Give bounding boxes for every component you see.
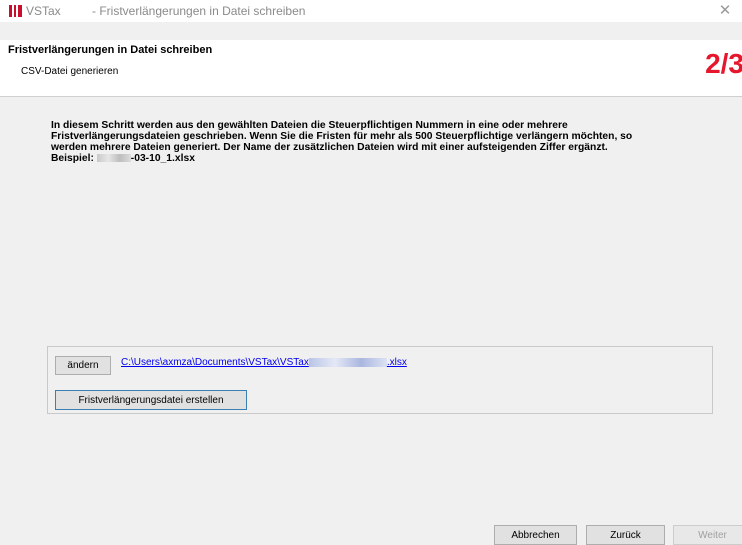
redacted-text	[96, 154, 131, 163]
description-line: werden mehrere Dateien generiert. Der Na…	[51, 142, 608, 153]
page-title: Fristverlängerungen in Datei schreiben	[8, 44, 213, 56]
close-icon[interactable]: ✕	[716, 2, 734, 20]
window-title: - Fristverlängerungen in Datei schreiben	[92, 4, 305, 18]
file-selection-group: ändern C:\Users\axmza\Documents\VSTax\VS…	[47, 346, 713, 414]
redacted-text	[308, 357, 387, 367]
next-button[interactable]: Weiter	[673, 525, 742, 545]
example-line: Beispiel: -03-10_1.xlsx	[51, 153, 731, 164]
window-title-separator: -	[92, 4, 96, 18]
create-extension-file-button[interactable]: Fristverlängerungsdatei erstellen	[55, 390, 247, 410]
path-prefix: C:\Users\axmza\Documents\VSTax\VSTax	[121, 357, 309, 368]
example-label: Beispiel:	[51, 153, 94, 164]
step-indicator: 2/3	[705, 48, 742, 79]
step-description: In diesem Schritt werden aus den gewählt…	[51, 120, 731, 164]
description-line: Fristverlängerungsdateien geschrieben. W…	[51, 131, 633, 142]
path-suffix: .xlsx	[386, 357, 407, 368]
window-title-text: Fristverlängerungen in Datei schreiben	[99, 4, 306, 18]
example-filename-suffix: -03-10_1.xlsx	[130, 153, 195, 164]
app-logo-icon	[9, 5, 22, 17]
back-button[interactable]: Zurück	[586, 525, 665, 545]
change-path-button[interactable]: ändern	[55, 356, 111, 375]
output-file-path-link[interactable]: C:\Users\axmza\Documents\VSTax\VSTax .xls…	[121, 357, 407, 368]
page-subtitle: CSV-Datei generieren	[21, 66, 119, 77]
title-bar: VSTax - Fristverlängerungen in Datei sch…	[0, 0, 742, 22]
description-line: In diesem Schritt werden aus den gewählt…	[51, 120, 568, 131]
window-app-name: VSTax	[26, 4, 61, 18]
wizard-header: Fristverlängerungen in Datei schreiben C…	[0, 40, 742, 97]
cancel-button[interactable]: Abbrechen	[494, 525, 577, 545]
